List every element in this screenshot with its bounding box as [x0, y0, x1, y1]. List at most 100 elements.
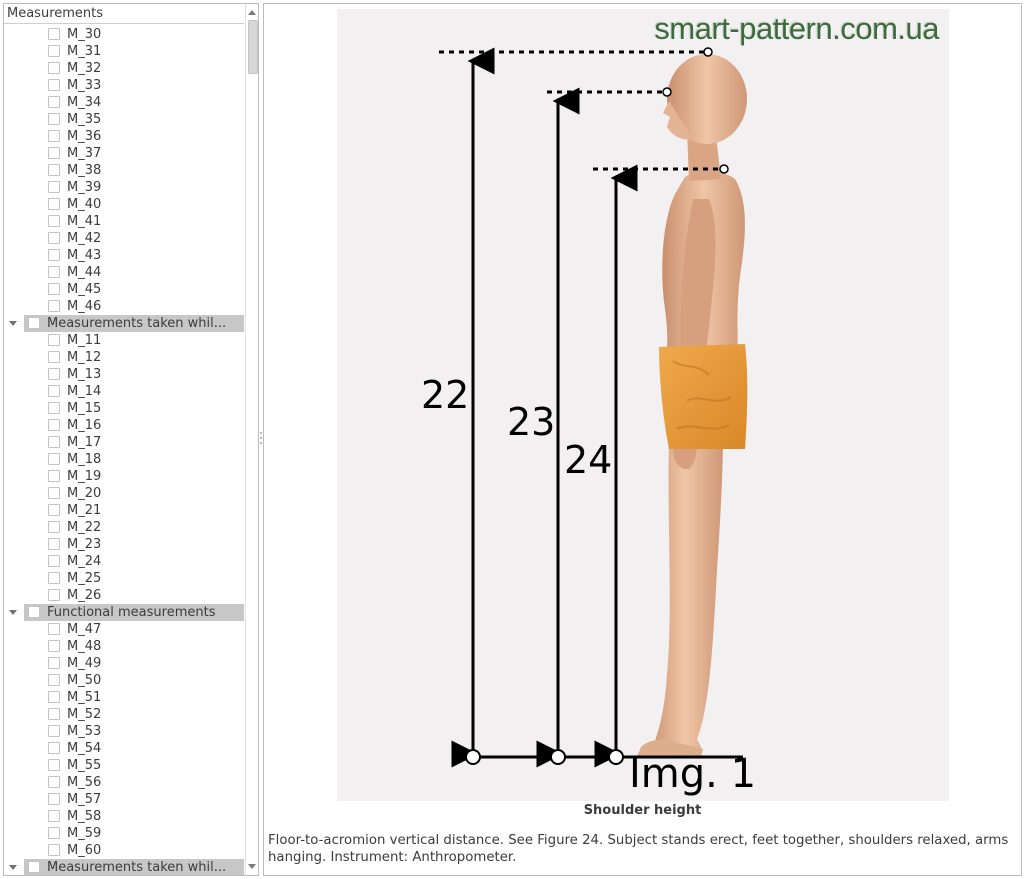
tree-item[interactable]: M_19 — [4, 468, 246, 485]
checkbox-icon[interactable] — [48, 521, 60, 533]
tree-item[interactable]: M_43 — [4, 247, 246, 264]
checkbox-icon[interactable] — [48, 402, 60, 414]
tree-item[interactable]: M_14 — [4, 383, 246, 400]
tree-item[interactable]: M_57 — [4, 791, 246, 808]
scroll-up-arrow-icon[interactable] — [248, 10, 256, 15]
chevron-down-icon[interactable] — [9, 610, 17, 615]
checkbox-icon[interactable] — [48, 266, 60, 278]
chevron-down-icon[interactable] — [9, 321, 17, 326]
tree-item[interactable]: M_54 — [4, 740, 246, 757]
tree-item[interactable]: M_33 — [4, 77, 246, 94]
checkbox-icon[interactable] — [48, 470, 60, 482]
checkbox-icon[interactable] — [48, 45, 60, 57]
checkbox-icon[interactable] — [48, 79, 60, 91]
checkbox-icon[interactable] — [48, 198, 60, 210]
tree-item[interactable]: M_55 — [4, 757, 246, 774]
tree-item[interactable]: M_24 — [4, 553, 246, 570]
tree-item[interactable]: M_15 — [4, 400, 246, 417]
checkbox-icon[interactable] — [48, 368, 60, 380]
scroll-down-arrow-icon[interactable] — [248, 864, 256, 869]
tree-item[interactable]: M_21 — [4, 502, 246, 519]
checkbox-icon[interactable] — [48, 793, 60, 805]
tree-item[interactable]: M_39 — [4, 179, 246, 196]
tree-item[interactable]: M_13 — [4, 366, 246, 383]
checkbox-icon[interactable] — [48, 351, 60, 363]
checkbox-icon[interactable] — [48, 300, 60, 312]
checkbox-icon[interactable] — [48, 623, 60, 635]
tree-item[interactable]: M_45 — [4, 281, 246, 298]
tree-header[interactable]: Measurements — [4, 4, 244, 24]
tree-group[interactable]: Measurements taken whil... — [4, 315, 246, 332]
checkbox-icon[interactable] — [48, 436, 60, 448]
tree-item[interactable]: M_18 — [4, 451, 246, 468]
tree-item[interactable]: M_23 — [4, 536, 246, 553]
tree-item[interactable]: M_49 — [4, 655, 246, 672]
tree-item[interactable]: M_41 — [4, 213, 246, 230]
tree-item[interactable]: M_37 — [4, 145, 246, 162]
tree-item[interactable]: M_53 — [4, 723, 246, 740]
checkbox-icon[interactable] — [48, 215, 60, 227]
chevron-down-icon[interactable] — [9, 865, 17, 870]
tree-item[interactable]: M_17 — [4, 434, 246, 451]
checkbox-icon[interactable] — [48, 385, 60, 397]
checkbox-icon[interactable] — [48, 419, 60, 431]
checkbox-icon[interactable] — [48, 334, 60, 346]
tree-item[interactable]: M_52 — [4, 706, 246, 723]
tree-item[interactable]: M_22 — [4, 519, 246, 536]
checkbox-icon[interactable] — [48, 504, 60, 516]
tree-item[interactable]: M_50 — [4, 672, 246, 689]
checkbox-icon[interactable] — [48, 147, 60, 159]
checkbox-icon[interactable] — [28, 606, 40, 618]
checkbox-icon[interactable] — [48, 674, 60, 686]
checkbox-icon[interactable] — [48, 130, 60, 142]
tree-scrollbar[interactable] — [245, 4, 258, 875]
checkbox-icon[interactable] — [48, 572, 60, 584]
checkbox-icon[interactable] — [48, 555, 60, 567]
tree-item[interactable]: M_36 — [4, 128, 246, 145]
scrollbar-thumb[interactable] — [248, 20, 258, 74]
checkbox-icon[interactable] — [48, 640, 60, 652]
checkbox-icon[interactable] — [48, 844, 60, 856]
tree-item[interactable]: M_35 — [4, 111, 246, 128]
tree-item[interactable]: M_11 — [4, 332, 246, 349]
checkbox-icon[interactable] — [48, 657, 60, 669]
checkbox-icon[interactable] — [48, 708, 60, 720]
checkbox-icon[interactable] — [48, 589, 60, 601]
checkbox-icon[interactable] — [48, 487, 60, 499]
checkbox-icon[interactable] — [48, 725, 60, 737]
tree-item[interactable]: M_56 — [4, 774, 246, 791]
tree-item[interactable]: M_25 — [4, 570, 246, 587]
tree-item[interactable]: M_42 — [4, 230, 246, 247]
checkbox-icon[interactable] — [48, 453, 60, 465]
checkbox-icon[interactable] — [48, 96, 60, 108]
checkbox-icon[interactable] — [48, 113, 60, 125]
tree-item[interactable]: M_12 — [4, 349, 246, 366]
tree-item[interactable]: M_47 — [4, 621, 246, 638]
checkbox-icon[interactable] — [48, 283, 60, 295]
tree-item[interactable]: M_48 — [4, 638, 246, 655]
checkbox-icon[interactable] — [48, 28, 60, 40]
checkbox-icon[interactable] — [48, 232, 60, 244]
tree-item[interactable]: M_32 — [4, 60, 246, 77]
tree-item[interactable]: M_46 — [4, 298, 246, 315]
checkbox-icon[interactable] — [48, 691, 60, 703]
tree-item[interactable]: M_59 — [4, 825, 246, 842]
checkbox-icon[interactable] — [48, 759, 60, 771]
checkbox-icon[interactable] — [48, 181, 60, 193]
tree-group[interactable]: Functional measurements — [4, 604, 246, 621]
checkbox-icon[interactable] — [28, 861, 40, 873]
tree-item[interactable]: M_60 — [4, 842, 246, 859]
checkbox-icon[interactable] — [48, 742, 60, 754]
checkbox-icon[interactable] — [48, 827, 60, 839]
tree-item[interactable]: M_34 — [4, 94, 246, 111]
checkbox-icon[interactable] — [48, 776, 60, 788]
tree-item[interactable]: M_26 — [4, 587, 246, 604]
tree-item[interactable]: M_44 — [4, 264, 246, 281]
tree-item[interactable]: M_20 — [4, 485, 246, 502]
checkbox-icon[interactable] — [48, 810, 60, 822]
checkbox-icon[interactable] — [48, 62, 60, 74]
tree-item[interactable]: M_31 — [4, 43, 246, 60]
checkbox-icon[interactable] — [48, 538, 60, 550]
checkbox-icon[interactable] — [28, 317, 40, 329]
tree-item[interactable]: M_51 — [4, 689, 246, 706]
